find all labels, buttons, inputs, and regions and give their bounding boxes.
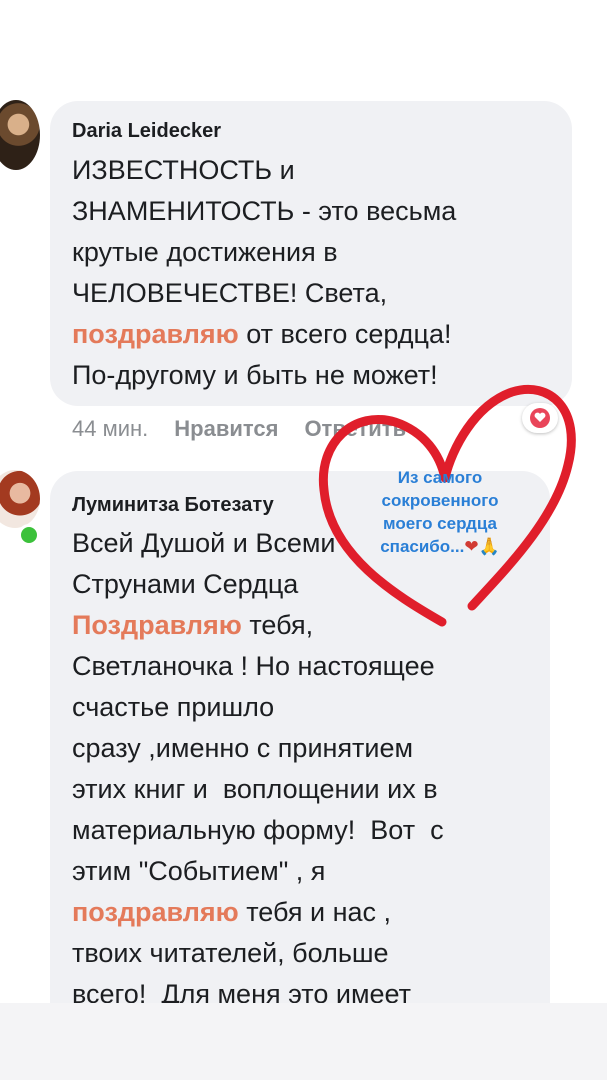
text-segment: от всего сердца! — [238, 319, 452, 349]
sticker-line: сокровенного — [381, 491, 499, 510]
sticker-thanks: спасибо... — [380, 537, 465, 556]
comment-line: поздравляю от всего сердца! — [72, 314, 456, 355]
text-segment: Светланочка ! Но настоящее — [72, 651, 435, 681]
comment-line: этим "Событием" , я — [72, 851, 444, 892]
comment-line: всего! Для меня это имеет — [72, 974, 444, 1003]
text-segment: этих книг и воплощении их в — [72, 774, 438, 804]
comment-line: сразу ,именно с принятием — [72, 728, 444, 769]
text-segment: Всей Душой и Всеми — [72, 528, 336, 558]
sticker-line: спасибо...❤🙏 — [345, 535, 535, 558]
text-segment: ЧЕЛОВЕЧЕСТВЕ! Света, — [72, 278, 388, 308]
text-segment: ИЗВЕСТНОСТЬ и — [72, 155, 295, 185]
text-segment: материальную форму! Вот с — [72, 815, 444, 845]
story-sticker: Из самого сокровенного моего сердца спас… — [345, 466, 535, 558]
text-segment: этим "Событием" , я — [72, 856, 326, 886]
text-segment: всего! Для меня это имеет — [72, 979, 412, 1003]
text-segment: Струнами Сердца — [72, 569, 299, 599]
comment-line: материальную форму! Вот с — [72, 810, 444, 851]
comment-line: поздравляю тебя и нас , — [72, 892, 444, 933]
comment-line: счастье пришло — [72, 687, 444, 728]
text-segment: сразу ,именно с принятием — [72, 733, 414, 763]
comment-line: ИЗВЕСТНОСТЬ и — [72, 150, 456, 191]
comment-line: этих книг и воплощении их в — [72, 769, 444, 810]
avatar[interactable] — [0, 100, 40, 170]
comment-line: Светланочка ! Но настоящее — [72, 646, 444, 687]
comments-feed: Daria Leidecker ИЗВЕСТНОСТЬ и ЗНАМЕНИТОСТ… — [0, 0, 607, 1003]
comment-text: ИЗВЕСТНОСТЬ и ЗНАМЕНИТОСТЬ - это весьма кр… — [72, 150, 456, 396]
text-segment: крутые достижения в — [72, 237, 338, 267]
online-status-dot — [18, 524, 40, 546]
highlighted-word: поздравляю — [72, 319, 239, 349]
like-button[interactable]: Нравится — [174, 416, 278, 442]
text-segment: счастье пришло — [72, 692, 275, 722]
comment-line: крутые достижения в — [72, 232, 456, 273]
text-segment: тебя и нас , — [238, 897, 392, 927]
sticker-line: моего сердца — [383, 514, 497, 533]
text-segment: твоих читателей, больше — [72, 938, 389, 968]
highlighted-word: Поздравляю — [72, 610, 242, 640]
text-segment: ЗНАМЕНИТОСТЬ - это весьма — [72, 196, 457, 226]
comment-line: ЗНАМЕНИТОСТЬ - это весьма — [72, 191, 456, 232]
comment-time: 44 мин. — [72, 416, 149, 441]
heart-pray-icon: ❤🙏 — [464, 537, 500, 556]
comment-line: твоих читателей, больше — [72, 933, 444, 974]
avatar[interactable] — [0, 470, 40, 528]
bottom-bar — [0, 1003, 607, 1080]
comment-author[interactable]: Луминитза Ботезату — [72, 494, 274, 517]
comment-author[interactable]: Daria Leidecker — [72, 120, 221, 143]
comment-line: ЧЕЛОВЕЧЕСТВЕ! Света, — [72, 273, 456, 314]
sticker-line: Из самого — [397, 468, 483, 487]
highlighted-word: поздравляю — [72, 897, 239, 927]
